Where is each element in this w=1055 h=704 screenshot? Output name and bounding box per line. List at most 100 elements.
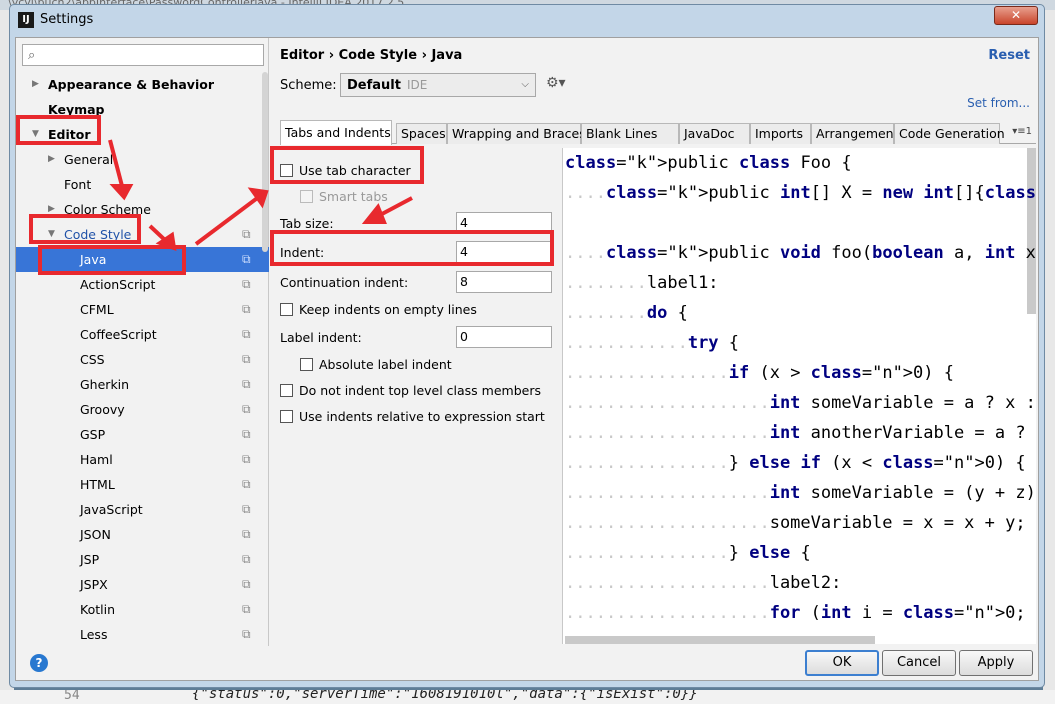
tree-item-json[interactable]: JSON ⧉ <box>16 522 269 547</box>
tree-item-label: JSPX <box>80 577 108 592</box>
tree-item-label: ActionScript <box>80 277 156 292</box>
absolute-label-indent-checkbox[interactable]: Absolute label indent <box>300 357 452 372</box>
keep-indents-label: Keep indents on empty lines <box>299 302 477 317</box>
chevron-right-icon[interactable]: ▶ <box>48 147 55 172</box>
indent-input[interactable]: 4 <box>456 241 552 263</box>
tree-item-less[interactable]: Less ⧉ <box>16 622 269 647</box>
tree-item-label: Keymap <box>48 102 105 117</box>
apply-button[interactable]: Apply <box>959 650 1033 676</box>
tabs-overflow-icon[interactable]: ▾≡1 <box>1012 126 1032 137</box>
help-icon[interactable]: ? <box>30 654 48 672</box>
checkbox-box[interactable] <box>280 384 293 397</box>
background-line-number: 54 <box>64 690 80 703</box>
checkbox-box[interactable] <box>280 410 293 423</box>
tab-javadoc[interactable]: JavaDoc <box>679 123 750 144</box>
no-indent-top-label: Do not indent top level class members <box>299 383 541 398</box>
code-line: ................} else if (x < class="n"… <box>565 453 1026 473</box>
smart-tabs-label: Smart tabs <box>319 189 388 204</box>
search-input[interactable]: ⌕ <box>22 44 264 66</box>
close-button[interactable]: ✕ <box>994 6 1038 25</box>
tree-item-html[interactable]: HTML ⧉ <box>16 472 269 497</box>
tree-item-cfml[interactable]: CFML ⧉ <box>16 297 269 322</box>
project-scheme-icon: ⧉ <box>242 252 251 266</box>
tree-item-gsp[interactable]: GSP ⧉ <box>16 422 269 447</box>
tab-tabs-and-indents[interactable]: Tabs and Indents <box>280 120 392 145</box>
tree-item-css[interactable]: CSS ⧉ <box>16 347 269 372</box>
label-indent-label: Label indent: <box>280 330 362 345</box>
tree-item-javascript[interactable]: JavaScript ⧉ <box>16 497 269 522</box>
tab-wrapping-and-braces[interactable]: Wrapping and Braces <box>447 123 586 144</box>
gear-icon[interactable]: ⚙▾ <box>546 75 566 91</box>
tree-scrollbar[interactable] <box>262 72 268 252</box>
tree-item-font[interactable]: Font <box>16 172 269 197</box>
tree-item-jspx[interactable]: JSPX ⧉ <box>16 572 269 597</box>
chevron-down-icon[interactable]: ▼ <box>32 122 39 147</box>
no-indent-top-level-checkbox[interactable]: Do not indent top level class members <box>280 383 541 398</box>
preview-vertical-scrollbar[interactable] <box>1027 148 1036 314</box>
tree-item-gherkin[interactable]: Gherkin ⧉ <box>16 372 269 397</box>
tree-item-keymap[interactable]: Keymap <box>16 97 269 122</box>
tree-item-editor[interactable]: ▼ Editor <box>16 122 269 147</box>
checkbox-box[interactable] <box>280 303 293 316</box>
tab-spaces[interactable]: Spaces <box>396 123 447 144</box>
tree-item-actionscript[interactable]: ActionScript ⧉ <box>16 272 269 297</box>
checkbox-box[interactable] <box>280 164 293 177</box>
code-line: ....................label2: <box>565 573 842 593</box>
tabs-and-indents-options: Use tab character Smart tabs Tab size: 4… <box>270 146 560 646</box>
project-scheme-icon: ⧉ <box>242 427 251 441</box>
tree-item-general[interactable]: ▶ General <box>16 147 269 172</box>
code-preview[interactable]: class="k">public class Foo {....class="k… <box>562 148 1036 644</box>
label-indent-input[interactable]: 0 <box>456 326 552 348</box>
reset-link[interactable]: Reset <box>988 48 1030 63</box>
project-scheme-icon: ⧉ <box>242 402 251 416</box>
tab-size-input[interactable]: 4 <box>456 212 552 234</box>
chevron-down-icon[interactable]: ▼ <box>48 222 55 247</box>
tree-item-label: JavaScript <box>80 502 143 517</box>
checkbox-box[interactable] <box>300 358 313 371</box>
chevron-right-icon[interactable]: ▶ <box>32 72 39 97</box>
tree-item-jsp[interactable]: JSP ⧉ <box>16 547 269 572</box>
smart-tabs-checkbox[interactable]: Smart tabs <box>300 189 388 204</box>
preview-horizontal-scrollbar[interactable] <box>565 636 875 644</box>
checkbox-box[interactable] <box>300 190 313 203</box>
tree-item-coffeescript[interactable]: CoffeeScript ⧉ <box>16 322 269 347</box>
tab-code-generation[interactable]: Code Generation <box>894 123 1005 144</box>
tab-imports[interactable]: Imports <box>750 123 811 144</box>
continuation-indent-label: Continuation indent: <box>280 275 409 290</box>
project-scheme-icon: ⧉ <box>242 477 251 491</box>
tree-item-label: Kotlin <box>80 602 115 617</box>
relative-indents-checkbox[interactable]: Use indents relative to expression start <box>280 409 545 424</box>
tree-item-label: Appearance & Behavior <box>48 77 214 92</box>
cancel-button[interactable]: Cancel <box>882 650 956 676</box>
continuation-indent-input[interactable]: 8 <box>456 271 552 293</box>
ok-button[interactable]: OK <box>805 650 879 676</box>
scheme-dropdown[interactable]: Default IDE ⌵ <box>340 73 536 97</box>
chevron-down-icon: ⌵ <box>521 79 529 90</box>
tab-arrangement[interactable]: Arrangement <box>811 123 899 144</box>
keep-indents-checkbox[interactable]: Keep indents on empty lines <box>280 302 477 317</box>
tree-item-label: Color Scheme <box>64 202 151 217</box>
tree-item-appearance-behavior[interactable]: ▶ Appearance & Behavior <box>16 72 269 97</box>
tree-item-code-style[interactable]: ▼ Code Style ⧉ <box>16 222 269 247</box>
tree-item-groovy[interactable]: Groovy ⧉ <box>16 397 269 422</box>
tree-item-label: HTML <box>80 477 115 492</box>
project-scheme-icon: ⧉ <box>242 627 251 641</box>
set-from-link[interactable]: Set from... <box>967 96 1030 110</box>
code-line: ................if (x > class="n">0) { <box>565 363 954 383</box>
window-title: Settings <box>40 12 94 27</box>
tree-item-kotlin[interactable]: Kotlin ⧉ <box>16 597 269 622</box>
use-tab-character-checkbox[interactable]: Use tab character <box>280 163 411 178</box>
settings-content: Editor › Code Style › Java Reset Scheme:… <box>270 38 1040 646</box>
tree-item-label: CSS <box>80 352 105 367</box>
tab-blank-lines[interactable]: Blank Lines <box>581 123 679 144</box>
tree-item-java[interactable]: Java ⧉ <box>16 247 269 272</box>
chevron-right-icon[interactable]: ▶ <box>48 197 55 222</box>
tree-item-label: Font <box>64 177 92 192</box>
tree-item-haml[interactable]: Haml ⧉ <box>16 447 269 472</box>
tab-size-label: Tab size: <box>280 216 334 231</box>
tree-item-color-scheme[interactable]: ▶ Color Scheme <box>16 197 269 222</box>
code-line: class="k">public class Foo { <box>565 153 852 173</box>
titlebar: IJ Settings ✕ <box>10 5 1044 37</box>
project-scheme-icon: ⧉ <box>242 277 251 291</box>
tree-item-label: Haml <box>80 452 113 467</box>
